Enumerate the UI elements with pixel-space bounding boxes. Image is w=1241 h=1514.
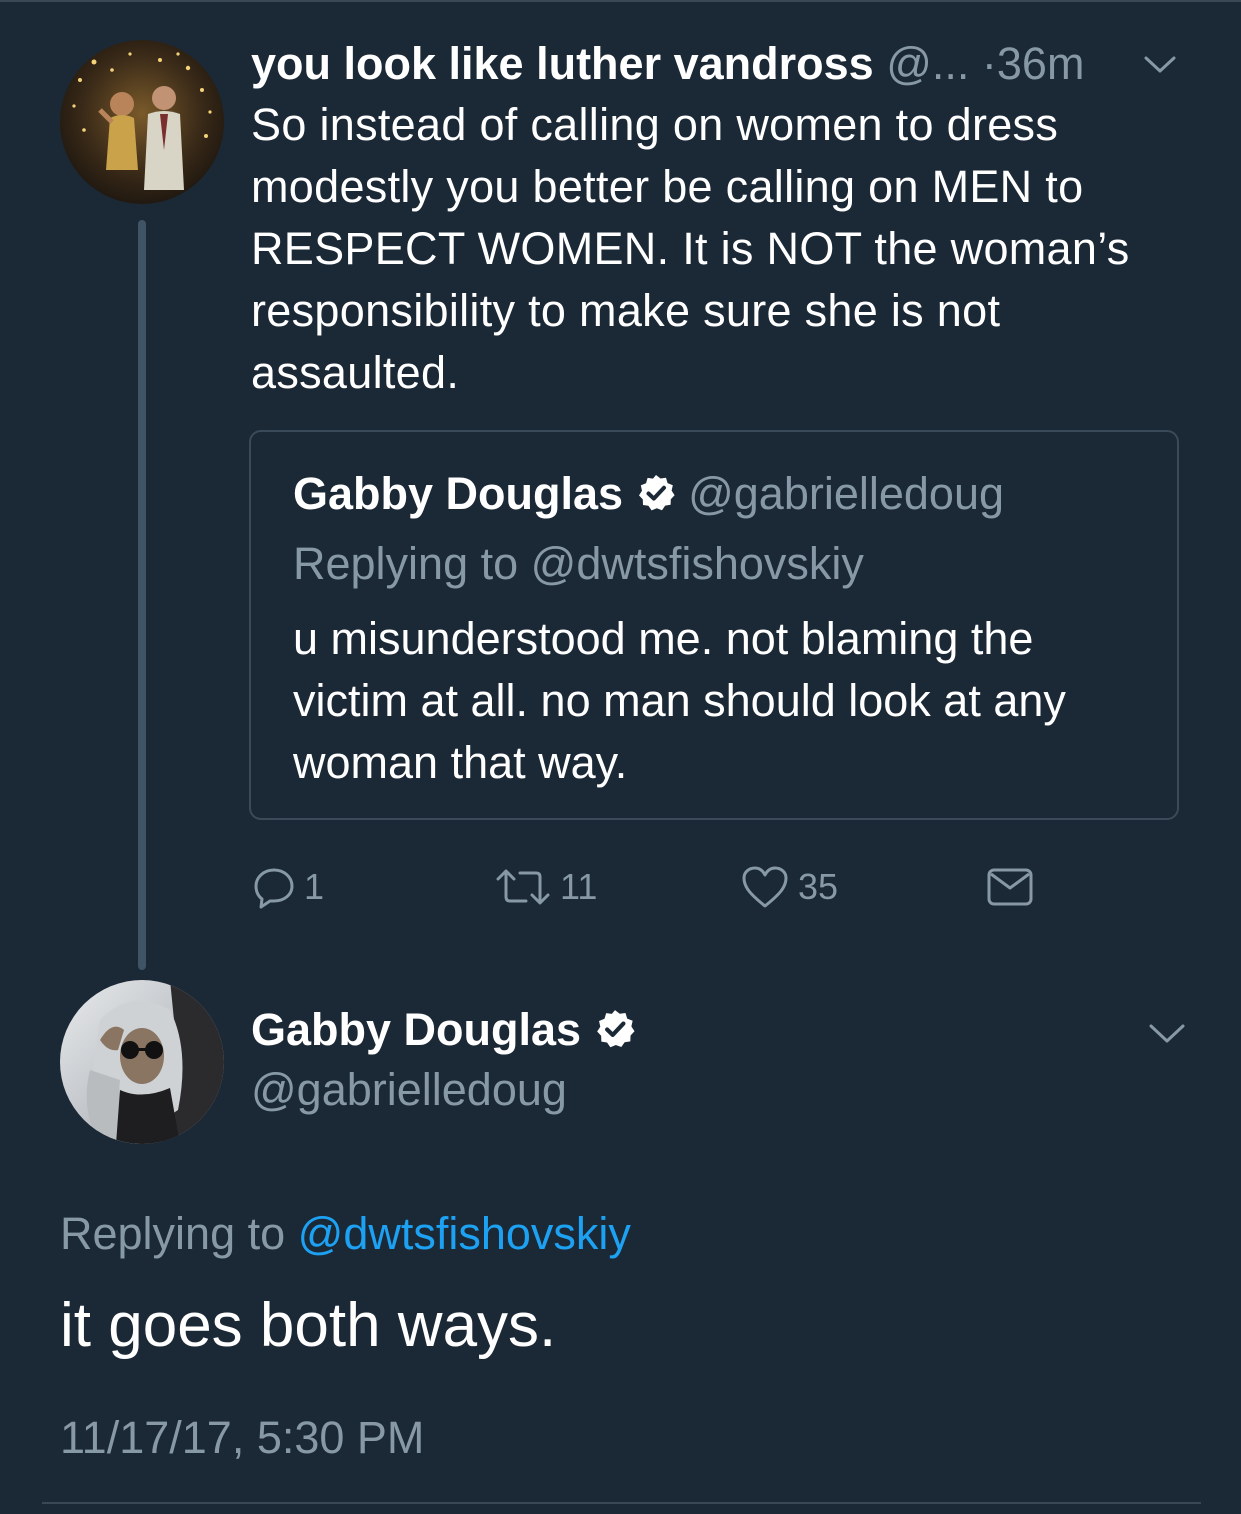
quoted-tweet-text: u misunderstood me. not blaming the vict… (293, 613, 1066, 788)
like-count: 35 (798, 866, 839, 907)
reply-icon (254, 868, 294, 909)
main-tweet-name-text: Gabby Douglas (251, 1004, 582, 1055)
direct-message-button[interactable] (986, 862, 1042, 912)
quoted-tweet-card[interactable]: Gabby Douglas @gabrielledoug Replying to… (249, 430, 1179, 820)
parent-tweet-display-name[interactable]: you look like luther vandross (251, 38, 874, 89)
chevron-down-icon[interactable] (1148, 1022, 1186, 1046)
like-button[interactable]: 35 (740, 862, 838, 912)
main-tweet-avatar[interactable] (60, 980, 224, 1144)
quoted-tweet-display-name: Gabby Douglas (293, 468, 624, 519)
main-tweet-text: it goes both ways. (60, 1291, 557, 1360)
main-tweet-replying-to: Replying to @dwtsfishovskiy (60, 1206, 631, 1262)
main-tweet-handle[interactable]: @gabrielledoug (251, 1062, 567, 1118)
parent-tweet-time[interactable]: ·36m (982, 38, 1085, 89)
quoted-tweet-replying-to: Replying to @dwtsfishovskiy (293, 538, 864, 589)
quoted-tweet-handle: @gabrielledoug (688, 468, 1004, 519)
parent-tweet-avatar[interactable] (60, 40, 224, 204)
top-border (0, 0, 1241, 2)
replying-to-mention-link[interactable]: @dwtsfishovskiy (298, 1208, 631, 1259)
retweet-count: 11 (560, 866, 598, 907)
parent-tweet-handle[interactable]: @... (886, 38, 969, 89)
bottom-divider (42, 1502, 1201, 1504)
heart-icon (742, 866, 788, 908)
chevron-down-icon[interactable] (1143, 54, 1177, 76)
reply-count: 1 (304, 866, 325, 907)
parent-tweet-text: So instead of calling on women to dress … (251, 99, 1130, 398)
replying-to-label: Replying to (60, 1208, 286, 1259)
envelope-icon (987, 868, 1033, 906)
retweet-button[interactable]: 11 (494, 862, 597, 912)
main-tweet-display-name[interactable]: Gabby Douglas (251, 1002, 636, 1058)
retweet-icon (496, 869, 550, 905)
thread-line (138, 220, 146, 970)
parent-tweet-header: you look like luther vandross @... ·36m (251, 36, 1191, 92)
verified-badge-icon (596, 1010, 635, 1048)
quoted-tweet-header: Gabby Douglas @gabrielledoug (293, 466, 1004, 522)
verified-badge-icon (638, 475, 675, 511)
reply-button[interactable]: 1 (252, 862, 324, 912)
main-tweet-timestamp: 11/17/17, 5:30 PM (60, 1412, 425, 1463)
